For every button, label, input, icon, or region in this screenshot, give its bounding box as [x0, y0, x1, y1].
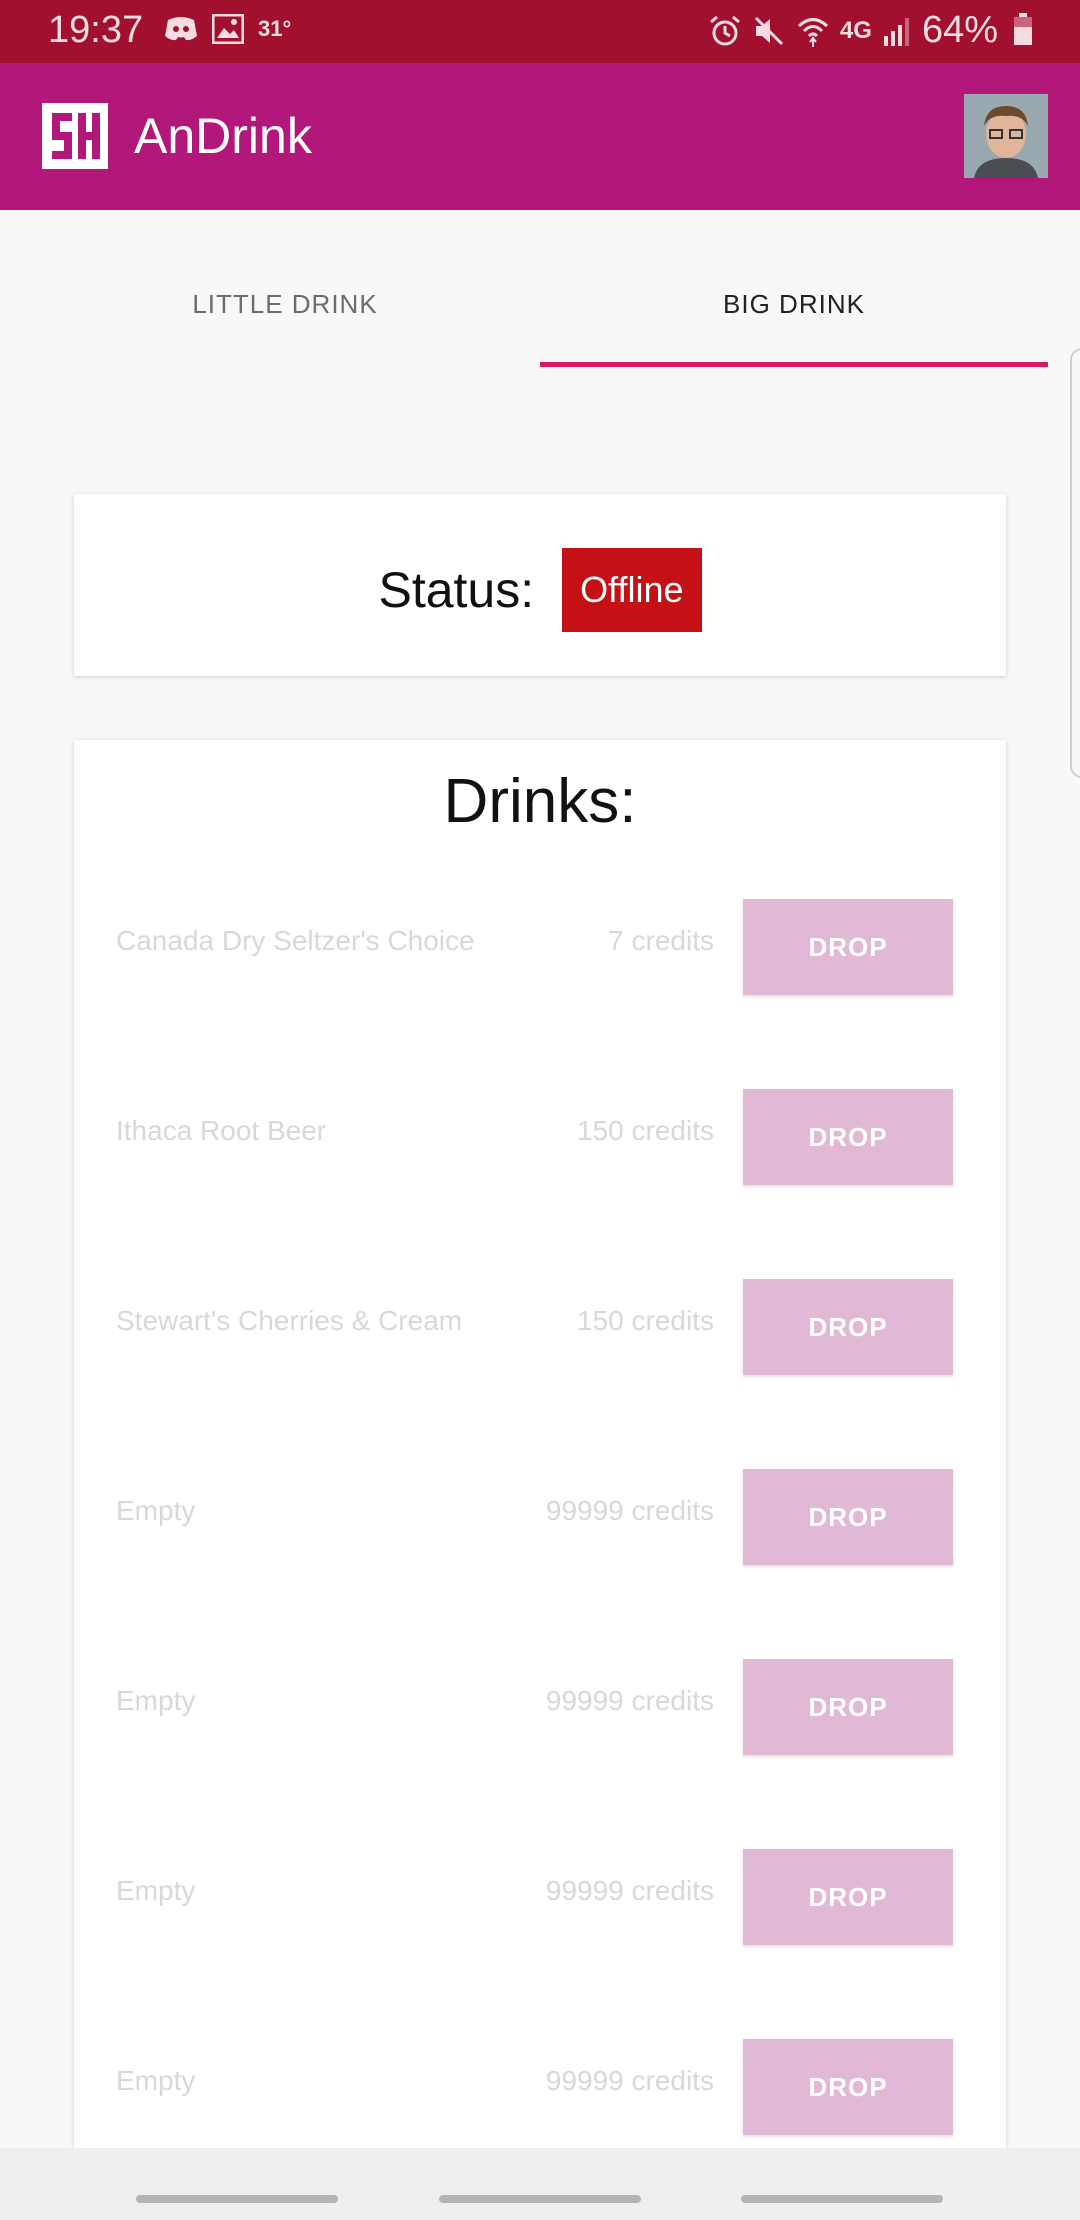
nav-back-button[interactable] — [741, 2195, 943, 2203]
mute-icon — [754, 16, 783, 45]
system-nav-bar — [0, 2148, 1080, 2220]
drop-button[interactable]: DROP — [743, 899, 953, 995]
drink-row: Stewart's Cherries & Cream 150 credits D… — [74, 1279, 1006, 1375]
drink-name: Ithaca Root Beer — [116, 1115, 327, 1146]
discord-icon — [165, 17, 197, 41]
notification-icons: 31° — [164, 14, 291, 44]
battery-percent: 64% — [921, 9, 998, 51]
status-bar: 19:37 31° 4G 64% — [0, 0, 1080, 63]
system-icons: 4G 64% — [708, 9, 1032, 52]
drink-price: 99999 credits — [545, 2065, 714, 2096]
drink-price: 150 credits — [577, 1115, 714, 1146]
status-row: Status: Offline — [74, 548, 1006, 632]
nav-home-button[interactable] — [439, 2195, 641, 2203]
user-avatar[interactable] — [964, 94, 1048, 178]
csh-logo-icon — [42, 103, 108, 169]
tab-indicator — [540, 362, 1048, 367]
drop-button[interactable]: DROP — [743, 1089, 953, 1185]
drink-name: Stewart's Cherries & Cream — [116, 1305, 463, 1336]
drink-row: Empty 99999 credits DROP — [74, 2039, 1006, 2135]
drop-button[interactable]: DROP — [743, 2039, 953, 2135]
drink-row: Empty 99999 credits DROP — [74, 1469, 1006, 1565]
network-type: 4G — [839, 16, 872, 44]
nav-recents-button[interactable] — [136, 2195, 338, 2203]
app-title: AnDrink — [134, 108, 312, 164]
drop-button[interactable]: DROP — [743, 1659, 953, 1755]
temperature: 31° — [258, 16, 292, 41]
tab-bar: LITTLE DRINK BIG DRINK — [0, 240, 1048, 368]
status-badge: Offline — [562, 548, 702, 632]
status-label: Status: — [378, 562, 535, 618]
status-time: 19:37 — [48, 9, 144, 51]
drink-price: 150 credits — [577, 1305, 714, 1336]
drink-row: Empty 99999 credits DROP — [74, 1659, 1006, 1755]
drop-button[interactable]: DROP — [743, 1279, 953, 1375]
tab-little-drink[interactable]: LITTLE DRINK — [0, 240, 570, 368]
drink-name: Empty — [116, 2065, 196, 2096]
drink-row: Empty 99999 credits DROP — [74, 1849, 1006, 1945]
drink-name: Empty — [116, 1495, 196, 1526]
drink-row: Ithaca Root Beer 150 credits DROP — [74, 1089, 1006, 1185]
drink-price: 99999 credits — [545, 1875, 714, 1906]
drink-row: Canada Dry Seltzer's Choice 7 credits DR… — [74, 899, 1006, 995]
battery-icon — [1014, 12, 1032, 45]
alarm-icon — [709, 15, 740, 45]
signal-icon — [883, 17, 909, 46]
tab-big-drink[interactable]: BIG DRINK — [540, 240, 1048, 368]
drinks-title: Drinks: — [443, 767, 637, 836]
drop-button[interactable]: DROP — [743, 1849, 953, 1945]
drink-price: 99999 credits — [545, 1495, 714, 1526]
page-swipe-hint[interactable] — [1070, 348, 1080, 778]
drinks-card: Drinks: Canada Dry Seltzer's Choice 7 cr… — [74, 740, 1006, 2220]
status-card: Status: Offline — [74, 494, 1006, 676]
drink-name: Empty — [116, 1875, 196, 1906]
wifi-icon — [797, 17, 828, 47]
app-bar: AnDrink — [0, 63, 1080, 210]
drink-name: Canada Dry Seltzer's Choice — [116, 925, 475, 956]
drink-price: 99999 credits — [545, 1685, 714, 1716]
drop-button[interactable]: DROP — [743, 1469, 953, 1565]
drink-name: Empty — [116, 1685, 196, 1716]
image-icon — [212, 14, 244, 44]
drink-price: 7 credits — [608, 925, 714, 956]
